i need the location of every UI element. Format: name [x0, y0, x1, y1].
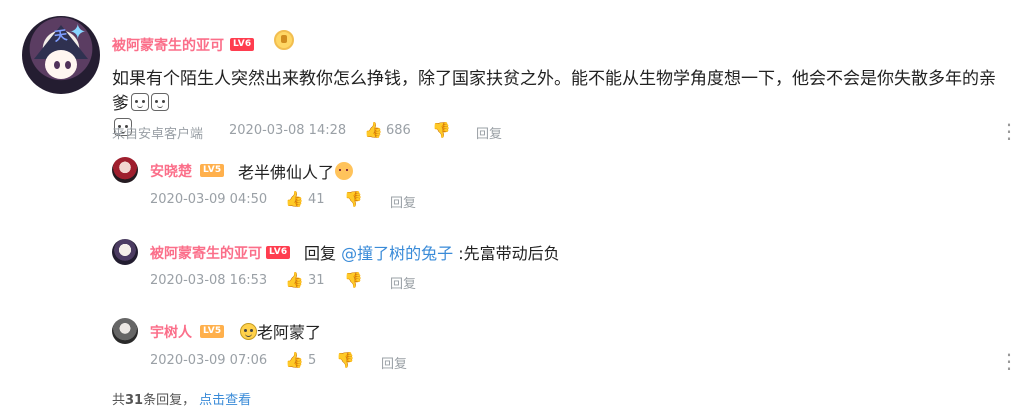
reply-level-badge-1: LV5: [200, 164, 225, 177]
avatar-eye-right: [65, 61, 71, 69]
main-username[interactable]: 被阿蒙寄生的亚可: [112, 35, 224, 55]
reply-like-count-3: 5: [308, 353, 317, 368]
footer-suffix: 条回复，: [143, 393, 196, 408]
reply-username-3[interactable]: 宇树人: [150, 322, 192, 342]
thumb-up-icon[interactable]: 👍: [285, 351, 304, 369]
main-level-badge: LV6: [230, 38, 255, 51]
mention-link[interactable]: @撞了树的兔子: [341, 244, 453, 263]
face-emoji-icon: [151, 93, 169, 111]
reply-avatar-1[interactable]: [112, 157, 138, 183]
reply-like-count-2: 31: [308, 273, 325, 288]
reply-body-2: :先富带动后负: [458, 244, 560, 263]
reply-timestamp-2: 2020-03-08 16:53: [150, 273, 268, 288]
reply-username-1[interactable]: 安晓楚: [150, 161, 192, 181]
reply-level-badge-3: LV5: [200, 325, 225, 338]
reply-summary: 共31条回复， 点击查看: [112, 389, 251, 408]
thumb-down-icon[interactable]: 👎: [344, 271, 363, 289]
reply-level-badge-2: LV6: [266, 246, 291, 259]
more-vertical-icon[interactable]: ⋮: [999, 351, 1019, 373]
reply-timestamp-1: 2020-03-09 04:50: [150, 192, 268, 207]
reply-button-2[interactable]: 回复: [390, 273, 416, 292]
reply-button-1[interactable]: 回复: [390, 192, 416, 211]
reply-username-2[interactable]: 被阿蒙寄生的亚可: [150, 243, 262, 263]
thumb-down-icon[interactable]: 👎: [336, 351, 355, 369]
reply-count: 31: [125, 393, 144, 408]
face-emoji-icon: [131, 93, 149, 111]
avatar-eye-left: [54, 61, 60, 69]
thumb-down-icon[interactable]: 👎: [432, 121, 451, 139]
dog-emoji-icon: [335, 162, 354, 180]
footer-prefix: 共: [112, 393, 126, 408]
thumb-up-icon[interactable]: 👍: [285, 190, 304, 208]
main-reply-button[interactable]: 回复: [476, 123, 502, 142]
view-replies-link[interactable]: 点击查看: [199, 393, 251, 408]
avatar-sticker-text: 天: [53, 28, 69, 45]
more-vertical-icon[interactable]: ⋮: [999, 121, 1019, 143]
reply-prefix-2: 回复: [304, 244, 337, 263]
reply-avatar-3[interactable]: [112, 318, 138, 344]
reply-text-3: 老阿蒙了: [240, 319, 321, 343]
reply-body-1: 老半佛仙人了: [238, 163, 335, 182]
laugh-emoji-icon: [240, 323, 257, 340]
main-user-avatar[interactable]: 天 ✦: [22, 16, 100, 94]
main-source: 来自安卓客户端: [112, 127, 204, 142]
reply-text-1: 老半佛仙人了: [238, 159, 354, 183]
thumb-up-icon[interactable]: 👍: [364, 121, 383, 139]
thumb-down-icon[interactable]: 👎: [344, 190, 363, 208]
main-timestamp: 2020-03-08 14:28: [229, 123, 347, 138]
thumb-up-icon[interactable]: 👍: [285, 271, 304, 289]
sparkle-icon: ✦: [69, 20, 87, 44]
reply-button-3[interactable]: 回复: [381, 353, 407, 372]
reply-like-count-1: 41: [308, 192, 325, 207]
reply-timestamp-3: 2020-03-09 07:06: [150, 353, 268, 368]
reply-body-3: 老阿蒙了: [257, 323, 322, 342]
avatar-face: [45, 50, 77, 79]
reply-avatar-2[interactable]: [112, 239, 138, 265]
main-like-count: 686: [386, 123, 411, 138]
reply-text-2: 回复 @撞了树的兔子 :先富带动后负: [304, 240, 560, 264]
main-comment-body: 如果有个陌生人突然出来教你怎么挣钱，除了国家扶贫之外。能不能从生物学角度想一下，…: [112, 69, 996, 114]
medal-icon: [274, 30, 294, 50]
